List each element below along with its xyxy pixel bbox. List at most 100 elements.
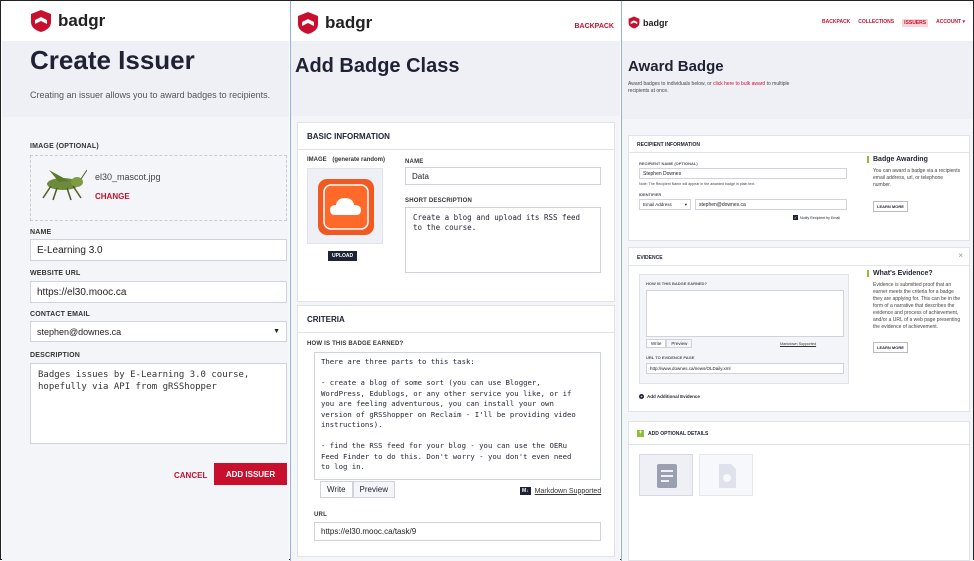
tab-write[interactable]: Write <box>320 481 353 498</box>
page-subtitle: Creating an issuer allows you to award b… <box>30 90 271 100</box>
evidence-editor-tabs: Write Preview <box>646 339 693 348</box>
brand-name: badgr <box>58 11 106 30</box>
chevron-down-icon: ▾ <box>684 201 687 207</box>
page-subtitle: Award badges to individuals below, or cl… <box>628 81 808 95</box>
markdown-icon: M↓ <box>520 487 531 495</box>
badgr-logo[interactable]: badgr <box>30 9 289 33</box>
learn-more-button[interactable]: LEARN MORE <box>873 342 908 353</box>
add-evidence-button[interactable]: + Add Additional Evidence <box>639 394 700 399</box>
badgr-logo[interactable]: badgr <box>297 11 620 35</box>
nav-account[interactable]: ACCOUNT ▾ <box>936 19 965 27</box>
divider <box>298 149 614 150</box>
nav-backpack[interactable]: BACKPACK <box>822 19 850 27</box>
website-label: WEBSITE URL <box>30 270 81 277</box>
divider <box>629 152 969 153</box>
close-icon[interactable]: × <box>958 251 963 260</box>
form-area: IMAGE (OPTIONAL) el30_mascot.jpg CHANGE … <box>2 117 289 561</box>
email-select[interactable]: stephen@downes.ca ▼ <box>30 321 287 342</box>
short-desc-textarea[interactable]: Create a blog and upload its RSS feed to… <box>405 207 601 273</box>
optional-details-title: ADD OPTIONAL DETAILS <box>648 430 709 437</box>
bulk-award-link[interactable]: click here to bulk award <box>713 81 765 87</box>
url-input[interactable]: https://el30.mooc.ca/task/9 <box>314 522 601 541</box>
top-bar: badgr <box>2 1 289 41</box>
form-area: BASIC INFORMATION IMAGE (generate random… <box>291 116 620 561</box>
nav-issuers[interactable]: ISSUERS <box>902 19 929 27</box>
learn-more-button[interactable]: LEARN MORE <box>873 201 908 212</box>
image-dropzone[interactable]: el30_mascot.jpg CHANGE <box>30 155 287 221</box>
email-value: stephen@downes.ca <box>37 326 122 337</box>
website-input[interactable]: https://el30.mooc.ca <box>30 281 287 303</box>
tab-preview[interactable]: Preview <box>666 339 693 348</box>
plus-icon: + <box>639 394 644 399</box>
evidence-q-label: HOW IS THIS BADGE EARNED? <box>646 281 707 286</box>
add-badge-class-panel: badgr BACKPACK Add Badge Class BASIC INF… <box>290 1 620 561</box>
recipient-note: Note: The Recipient Name will appear in … <box>639 182 756 186</box>
generate-random-link[interactable]: (generate random) <box>332 157 385 163</box>
recipient-name-input[interactable]: Stephen Downes <box>639 168 847 179</box>
name-input[interactable]: Data <box>405 167 601 185</box>
image-filename: el30_mascot.jpg <box>95 172 161 182</box>
markdown-link[interactable]: Markdown Supported <box>535 488 602 495</box>
add-narrative-tile[interactable] <box>639 454 693 496</box>
optional-details-header[interactable]: + ADD OPTIONAL DETAILS <box>637 430 708 437</box>
criteria-textarea[interactable]: There are three parts to this task: - cr… <box>314 352 601 480</box>
badge-awarding-aside: Badge Awarding You can award a badge via… <box>867 156 961 213</box>
file-image-icon <box>719 464 736 488</box>
earned-label: HOW IS THIS BADGE EARNED? <box>307 341 404 347</box>
page-title: Add Badge Class <box>295 55 460 77</box>
identifier-type-value: Email Address <box>643 202 672 207</box>
evidence-url-label: URL TO EVIDENCE PAGE <box>646 355 695 360</box>
recipient-name-label: RECIPIENT NAME (OPTIONAL) <box>639 161 698 166</box>
notify-checkbox-row[interactable]: ✓ Notify Recipient by Email <box>793 215 840 220</box>
editor-tabs: Write Preview <box>320 481 395 498</box>
add-evidence-label: Add Additional Evidence <box>647 394 700 399</box>
short-desc-label: SHORT DESCRIPTION <box>405 198 473 204</box>
description-textarea[interactable]: Badges issues by E-Learning 3.0 course, … <box>30 363 287 444</box>
description-label: DESCRIPTION <box>30 352 81 359</box>
badge-image-preview <box>307 168 383 244</box>
page-title: Create Issuer <box>30 45 195 75</box>
aside-text: Evidence is submitted proof that an earn… <box>873 282 961 330</box>
basic-info-title: BASIC INFORMATION <box>307 132 390 141</box>
evidence-title: EVIDENCE <box>637 255 663 261</box>
dropdown-caret-icon: ▼ <box>273 328 280 335</box>
page-title: Award Badge <box>628 58 724 75</box>
markdown-link[interactable]: Markdown Supported <box>780 342 816 346</box>
add-image-tile[interactable] <box>699 454 753 496</box>
document-icon <box>657 464 677 488</box>
change-image-button[interactable]: CHANGE <box>95 192 130 201</box>
cancel-button[interactable]: CANCEL <box>174 471 207 480</box>
name-input[interactable]: E-Learning 3.0 <box>30 239 287 261</box>
nav-collections[interactable]: COLLECTIONS <box>858 19 894 27</box>
criteria-title: CRITERIA <box>307 315 345 324</box>
nav-backpack[interactable]: BACKPACK <box>574 23 614 30</box>
badgr-shield-icon <box>298 12 318 34</box>
evidence-card: EVIDENCE × HOW IS THIS BADGE EARNED? Wri… <box>628 247 970 412</box>
aside-title: Badge Awarding <box>867 156 961 163</box>
identifier-type-select[interactable]: Email Address ▾ <box>639 199 691 210</box>
subtitle-text: Award badges to individuals below, or <box>628 81 713 87</box>
evidence-textarea[interactable] <box>646 290 844 337</box>
page-header: Add Badge Class <box>291 41 620 116</box>
upload-button[interactable]: UPLOAD <box>328 251 358 261</box>
badgr-shield-icon <box>628 16 640 29</box>
brand-name: badgr <box>325 13 373 32</box>
markdown-supported[interactable]: M↓ Markdown Supported <box>520 487 601 495</box>
name-label: NAME <box>405 159 424 165</box>
identifier-input[interactable]: stephen@downes.ca <box>695 199 847 210</box>
tab-preview[interactable]: Preview <box>352 481 395 498</box>
criteria-card: CRITERIA HOW IS THIS BADGE EARNED? There… <box>297 305 615 557</box>
identifier-label: IDENTIFIER <box>639 192 662 197</box>
url-label: URL <box>314 512 327 518</box>
image-label: IMAGE (OPTIONAL) <box>30 143 99 150</box>
evidence-url-input[interactable]: http://www.downes.ca/news/OLDaily.xml <box>646 363 844 374</box>
evidence-aside: What's Evidence? Evidence is submitted p… <box>867 270 961 354</box>
page-header: Award Badge Award badges to individuals … <box>622 41 973 119</box>
evidence-inner: HOW IS THIS BADGE EARNED? Write Preview … <box>639 274 849 384</box>
brand-name: badgr <box>643 17 669 28</box>
tab-write[interactable]: Write <box>646 339 667 348</box>
add-issuer-button[interactable]: ADD ISSUER <box>214 463 287 485</box>
divider <box>629 444 969 445</box>
divider <box>629 265 969 266</box>
checkbox-checked-icon[interactable]: ✓ <box>793 215 798 220</box>
